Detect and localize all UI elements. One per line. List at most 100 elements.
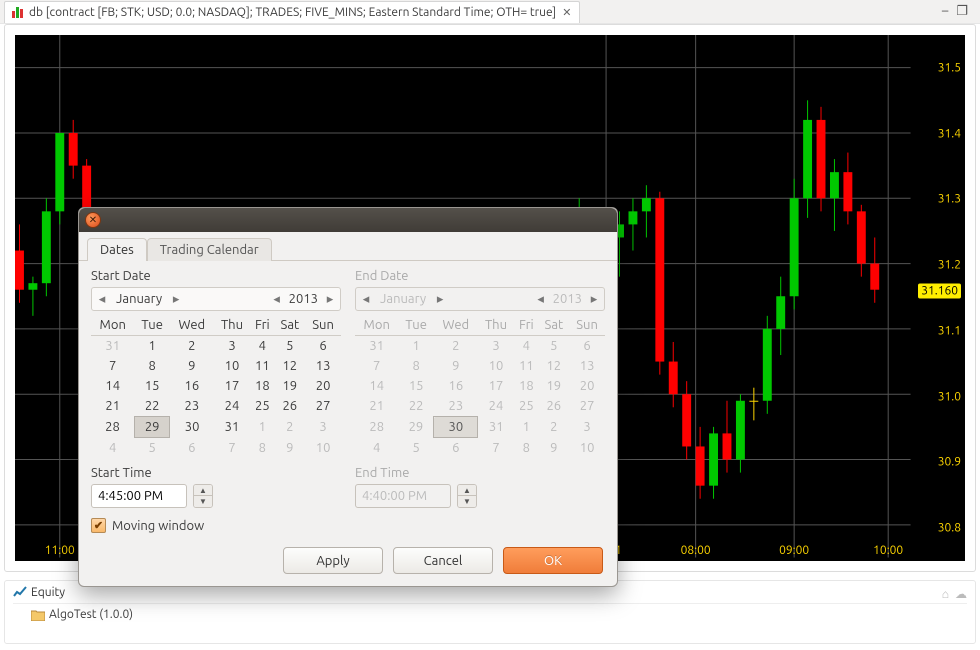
calendar-day[interactable]: 17	[214, 376, 250, 396]
calendar-day[interactable]: 6	[434, 438, 478, 459]
calendar-day[interactable]: 4	[355, 438, 398, 459]
calendar-day[interactable]: 2	[274, 417, 305, 438]
tab-trading-calendar[interactable]: Trading Calendar	[147, 238, 272, 261]
calendar-day[interactable]: 11	[514, 356, 538, 376]
dialog-close-icon[interactable]: ✕	[85, 212, 101, 228]
calendar-day[interactable]: 10	[569, 438, 605, 459]
calendar-day[interactable]: 8	[514, 438, 538, 459]
calendar-day[interactable]: 8	[398, 356, 433, 376]
calendar-day[interactable]: 26	[274, 396, 305, 417]
calendar-day[interactable]: 24	[214, 396, 250, 417]
calendar-day[interactable]: 10	[305, 438, 341, 459]
calendar-day[interactable]: 16	[170, 376, 214, 396]
calendar-day[interactable]: 4	[514, 336, 538, 357]
calendar-day[interactable]: 14	[91, 376, 134, 396]
calendar-day[interactable]: 31	[214, 417, 250, 438]
calendar-day[interactable]: 5	[134, 438, 169, 459]
calendar-day[interactable]: 23	[434, 396, 478, 417]
calendar-day[interactable]: 9	[274, 438, 305, 459]
next-month-icon[interactable]: ▸	[166, 292, 186, 307]
start-calendar[interactable]: MonTueWedThuFriSatSun3112345678910111213…	[91, 315, 341, 458]
calendar-day[interactable]: 2	[170, 336, 214, 357]
calendar-day[interactable]: 9	[538, 438, 569, 459]
calendar-day[interactable]: 18	[514, 376, 538, 396]
calendar-day[interactable]: 28	[91, 417, 134, 438]
calendar-day[interactable]: 5	[538, 336, 569, 357]
calendar-day[interactable]: 15	[134, 376, 169, 396]
calendar-day[interactable]: 16	[434, 376, 478, 396]
minimize-icon[interactable]: –	[942, 4, 948, 19]
calendar-day[interactable]: 3	[214, 336, 250, 357]
calendar-day[interactable]: 13	[305, 356, 341, 376]
ok-button[interactable]: OK	[503, 547, 603, 574]
calendar-day[interactable]: 3	[478, 336, 514, 357]
calendar-day[interactable]: 9	[170, 356, 214, 376]
spinner-up-icon[interactable]: ▲	[194, 485, 212, 496]
next-year-icon[interactable]: ▸	[320, 292, 340, 307]
calendar-day[interactable]: 7	[214, 438, 250, 459]
start-time-input[interactable]	[91, 484, 187, 508]
calendar-day[interactable]: 31	[478, 417, 514, 438]
calendar-day[interactable]: 21	[91, 396, 134, 417]
tab-close-icon[interactable]: ✕	[560, 6, 573, 19]
prev-month-icon[interactable]: ◂	[92, 292, 112, 307]
calendar-day[interactable]: 27	[569, 396, 605, 417]
calendar-day[interactable]: 25	[514, 396, 538, 417]
calendar-day[interactable]: 7	[478, 438, 514, 459]
month-label[interactable]: January	[112, 292, 166, 306]
start-time-spinner[interactable]: ▲ ▼	[193, 484, 213, 508]
calendar-day[interactable]: 23	[170, 396, 214, 417]
calendar-day[interactable]: 8	[134, 356, 169, 376]
calendar-day[interactable]: 3	[305, 417, 341, 438]
view-tab[interactable]: db [contract [FB; STK; USD; 0.0; NASDAQ]…	[4, 1, 580, 23]
calendar-day[interactable]: 1	[250, 417, 274, 438]
calendar-day[interactable]: 30	[434, 417, 478, 438]
calendar-day[interactable]: 12	[274, 356, 305, 376]
calendar-day[interactable]: 29	[134, 417, 169, 438]
prev-year-icon[interactable]: ◂	[267, 292, 287, 307]
year-label[interactable]: 2013	[287, 292, 320, 306]
restore-icon[interactable]: ❐	[956, 4, 968, 19]
calendar-day[interactable]: 20	[569, 376, 605, 396]
calendar-day[interactable]: 13	[569, 356, 605, 376]
calendar-day[interactable]: 1	[398, 336, 433, 357]
tab-dates[interactable]: Dates	[87, 238, 147, 261]
apply-button[interactable]: Apply	[283, 547, 383, 574]
calendar-day[interactable]: 10	[214, 356, 250, 376]
calendar-day[interactable]: 5	[398, 438, 433, 459]
cloud-icon[interactable]: ☁	[955, 587, 967, 601]
calendar-day[interactable]: 10	[478, 356, 514, 376]
calendar-day[interactable]: 12	[538, 356, 569, 376]
calendar-day[interactable]: 19	[274, 376, 305, 396]
calendar-day[interactable]: 18	[250, 376, 274, 396]
calendar-day[interactable]: 19	[538, 376, 569, 396]
calendar-day[interactable]: 15	[398, 376, 433, 396]
calendar-day[interactable]: 25	[250, 396, 274, 417]
calendar-day[interactable]: 2	[538, 417, 569, 438]
calendar-day[interactable]: 4	[250, 336, 274, 357]
calendar-day[interactable]: 8	[250, 438, 274, 459]
calendar-day[interactable]: 6	[305, 336, 341, 357]
calendar-day[interactable]: 22	[134, 396, 169, 417]
calendar-day[interactable]: 30	[170, 417, 214, 438]
calendar-day[interactable]: 20	[305, 376, 341, 396]
calendar-day[interactable]: 29	[398, 417, 433, 438]
moving-window-checkbox[interactable]: ✔	[91, 518, 106, 533]
calendar-day[interactable]: 4	[91, 438, 134, 459]
calendar-day[interactable]: 22	[398, 396, 433, 417]
calendar-day[interactable]: 3	[569, 417, 605, 438]
calendar-day[interactable]: 24	[478, 396, 514, 417]
calendar-day[interactable]: 26	[538, 396, 569, 417]
calendar-day[interactable]: 7	[91, 356, 134, 376]
calendar-day[interactable]: 6	[170, 438, 214, 459]
calendar-day[interactable]: 6	[569, 336, 605, 357]
calendar-day[interactable]: 21	[355, 396, 398, 417]
calendar-day[interactable]: 7	[355, 356, 398, 376]
calendar-day[interactable]: 27	[305, 396, 341, 417]
calendar-day[interactable]: 11	[250, 356, 274, 376]
calendar-day[interactable]: 31	[91, 336, 134, 357]
calendar-day[interactable]: 31	[355, 336, 398, 357]
dialog-titlebar[interactable]: ✕	[79, 208, 617, 232]
calendar-day[interactable]: 17	[478, 376, 514, 396]
calendar-day[interactable]: 9	[434, 356, 478, 376]
